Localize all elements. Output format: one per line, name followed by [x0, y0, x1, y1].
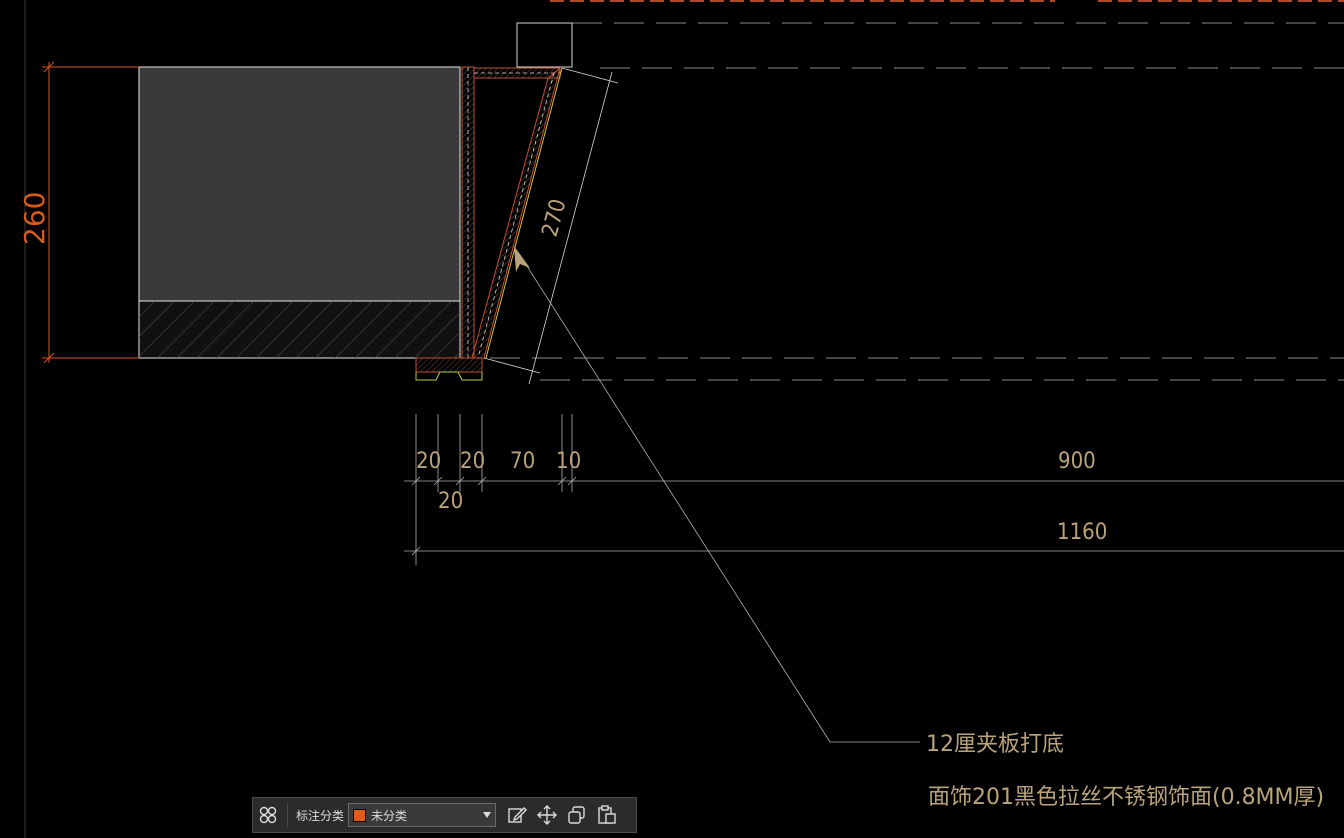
- copy-icon-graphic: [568, 806, 585, 824]
- cad-drawing[interactable]: 260 270 20 20 70 10 20 900 1160 12厘夹板打底 …: [0, 0, 1344, 838]
- grid-icon[interactable]: [253, 800, 283, 830]
- main-block: [138, 66, 461, 302]
- leader-arrowhead: [514, 246, 530, 272]
- dim-260-label: 260: [18, 192, 51, 245]
- dim-270-ext-bottom: [483, 357, 541, 374]
- dim-70-label: 70: [510, 449, 535, 474]
- paste-icon-graphic: [598, 805, 616, 824]
- dim-20-b-label: 20: [460, 449, 485, 474]
- annotation-toolbar: 标注分类 未分类: [252, 797, 637, 833]
- dim-20-c-label: 20: [438, 489, 463, 514]
- dim-270-label: 270: [538, 197, 572, 240]
- category-color-swatch: [353, 808, 367, 822]
- top-box: [516, 22, 573, 68]
- paste-icon[interactable]: [592, 800, 622, 830]
- chevron-down-icon: [483, 812, 492, 818]
- dim-ticks: [411, 476, 577, 556]
- note-plywood: 12厘夹板打底: [926, 732, 1064, 757]
- dim-900-label: 900: [1058, 449, 1096, 474]
- bottom-board: [415, 357, 483, 373]
- cad-drawing-canvas[interactable]: 260 270 20 20 70 10 20 900 1160 12厘夹板打底 …: [0, 0, 1344, 838]
- category-select[interactable]: 未分类: [348, 803, 497, 827]
- edit-icon-graphic: [508, 807, 528, 823]
- grid-icon-graphic: [259, 806, 277, 824]
- hatch-fill: [139, 301, 460, 358]
- edit-icon[interactable]: [502, 800, 532, 830]
- move-icon[interactable]: [532, 800, 562, 830]
- note-stainless: 面饰201黑色拉丝不锈钢饰面(0.8MM厚): [928, 785, 1324, 810]
- leader-line: [517, 251, 831, 743]
- dim-10-label: 10: [556, 449, 581, 474]
- category-select-value: 未分类: [371, 808, 408, 823]
- category-label: 标注分类: [296, 808, 345, 823]
- toolbar-separator: [287, 803, 288, 827]
- bottom-profile: [415, 371, 483, 381]
- dim-20-a-label: 20: [416, 449, 441, 474]
- dim-270-ext-top: [561, 67, 619, 84]
- dim-1160-label: 1160: [1057, 520, 1107, 545]
- copy-icon[interactable]: [562, 800, 592, 830]
- move-icon-graphic: [537, 805, 558, 825]
